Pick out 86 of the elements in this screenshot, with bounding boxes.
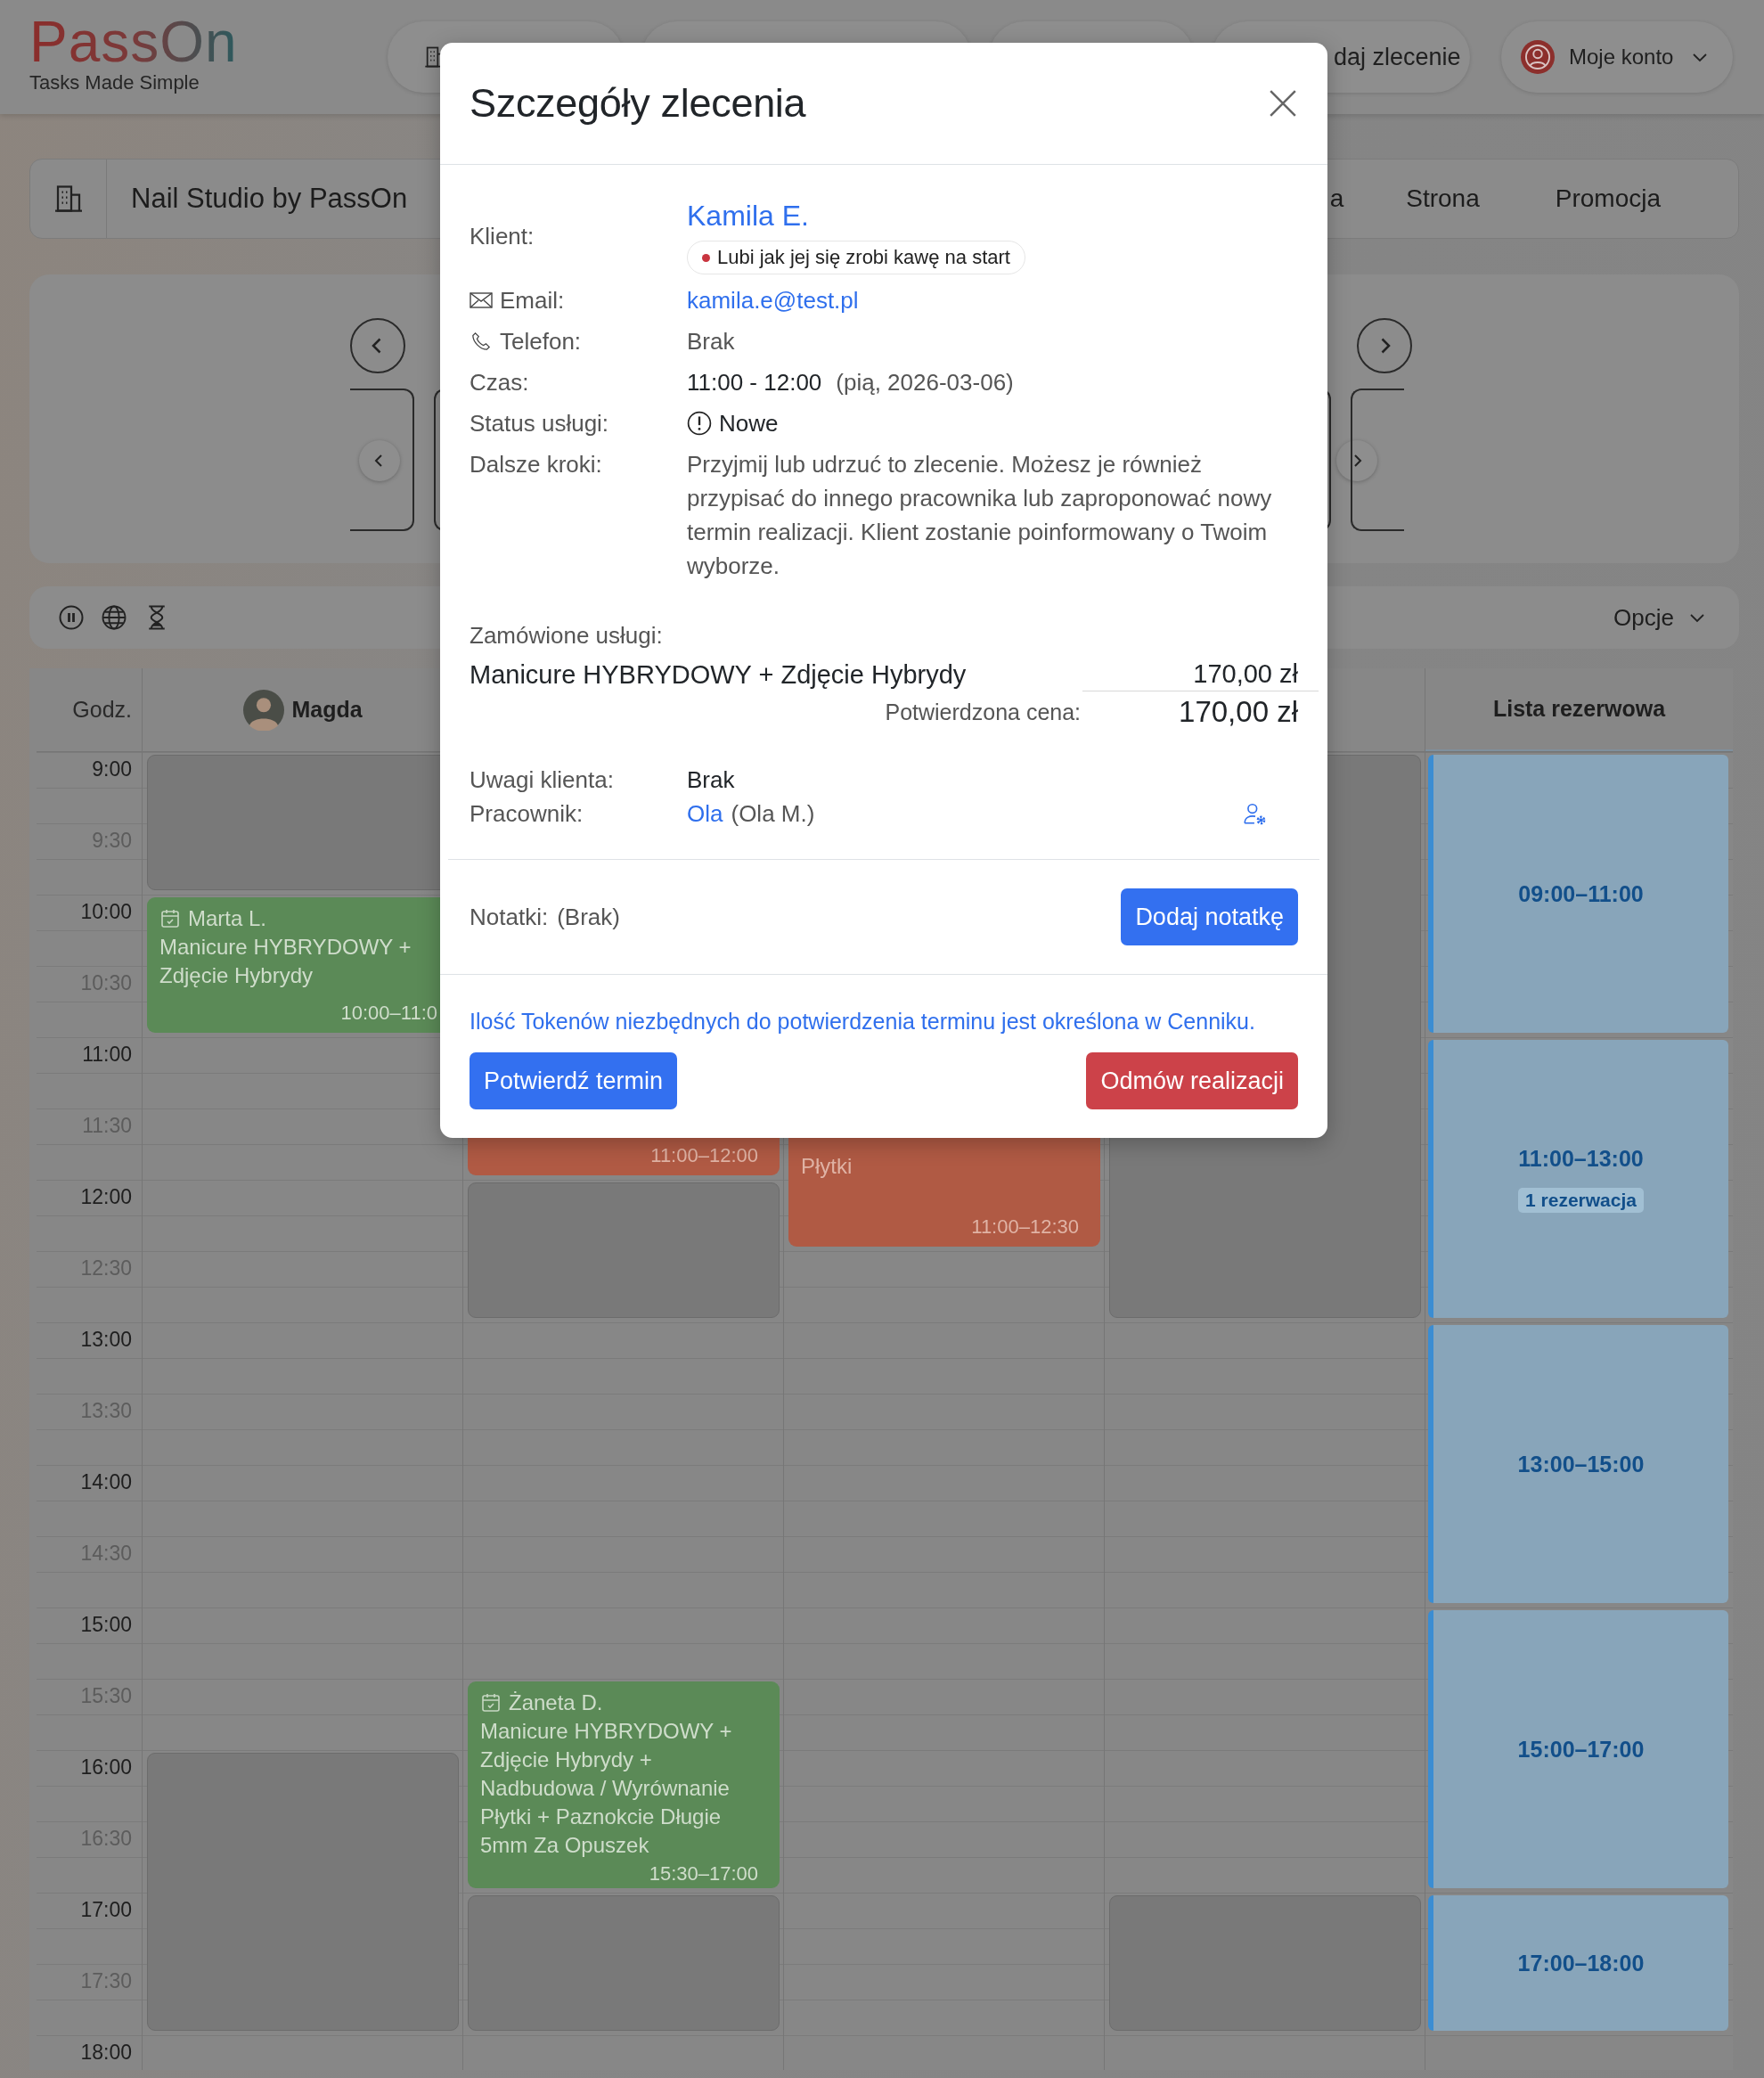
column-header: Lista rezerwowa — [1425, 668, 1733, 751]
globe-icon[interactable] — [101, 604, 127, 631]
confirm-button[interactable]: Potwierdź termin — [470, 1052, 678, 1109]
tagline: Tasks Made Simple — [29, 71, 200, 94]
time-range: 10:00–11:0 — [340, 1001, 438, 1026]
tag-text: Lubi jak jej się zrobi kawę na start — [717, 245, 1010, 270]
account-label: Moje konto — [1569, 45, 1674, 70]
waitlist-slot[interactable]: 13:00–15:00 — [1428, 1325, 1728, 1603]
nav-link[interactable]: Strona — [1375, 184, 1511, 213]
column-header: Godz. — [71, 696, 133, 724]
business-name: Nail Studio by PassOn — [131, 183, 408, 215]
calendar-check-icon — [480, 1692, 502, 1714]
date-text: (pią, 2026-03-06) — [836, 368, 1014, 397]
service-price: 170,00 zł — [1082, 657, 1319, 691]
time-range: 15:30–17:00 — [649, 1861, 759, 1886]
waitlist-slot[interactable]: 15:00–17:00 — [1428, 1610, 1728, 1888]
description-text: Przyjmij lub udrzuć to zlecenie. Możesz je również przypisać do innego pracownika lub zaproponować nowy termin realizacji. Klient zostanie poinformowany o Twoim wyborze. — [687, 450, 1273, 581]
field-label: Status usługi: — [470, 409, 609, 438]
reservation-badge: 1 rezerwacja — [1518, 1187, 1644, 1213]
waitlist-slot[interactable]: 11:00–13:00 1 rezerwacja — [1428, 1040, 1728, 1318]
mail-icon — [470, 290, 493, 310]
price-label: Potwierdzona cena: — [885, 699, 1082, 726]
status-text: Nowe — [719, 409, 779, 438]
time-label: 10:00 — [79, 899, 133, 925]
worker-name: (Ola M.) — [731, 799, 815, 829]
worker-link[interactable]: Ola — [687, 797, 723, 830]
options-dropdown[interactable]: Opcje — [1613, 603, 1708, 632]
account-menu[interactable]: Moje konto — [1501, 21, 1733, 93]
reject-button[interactable]: Odmów realizacji — [1086, 1052, 1298, 1109]
calendar-check-icon — [159, 908, 181, 929]
time-label: 13:00 — [79, 1327, 133, 1353]
client-link[interactable]: Kamila E. — [687, 198, 809, 233]
time-range: 11:00–12:30 — [971, 1215, 1080, 1239]
time-label: 15:00 — [79, 1612, 133, 1638]
field-label: Dalsze kroki: — [470, 450, 602, 479]
confirmed-price: 170,00 zł — [1179, 695, 1298, 729]
phone-icon — [470, 331, 493, 351]
field-value: Brak — [687, 765, 735, 795]
time-label: 12:00 — [79, 1184, 133, 1210]
time-range: 13:00–15:00 — [1517, 1451, 1645, 1477]
booking-card[interactable]: Żaneta D. Manicure HYBRYDOWY + Zdjęcie Hybrydy + Nadbudowa / Wyrównanie Płytki + Paznokcie Długie 5mm Za Opuszek 15:30–17:00 — [468, 1681, 780, 1888]
info-text: Ilość Tokenów niezbędnych do potwierdzenia terminu jest określona w Cenniku. — [470, 1008, 1256, 1035]
user-icon — [1521, 40, 1555, 74]
time-range: 15:00–17:00 — [1517, 1736, 1645, 1763]
field-label: Telefon: — [500, 327, 582, 356]
client-name: Żaneta D. — [509, 1689, 603, 1716]
field-label: Email: — [500, 286, 565, 315]
avatar — [243, 689, 285, 731]
time-label: 16:00 — [79, 1755, 133, 1780]
field-value: Brak — [687, 327, 735, 356]
field-label: Klient: — [470, 222, 535, 251]
waitlist-slot[interactable]: 09:00–11:00 — [1428, 755, 1728, 1033]
time-range: 11:00–13:00 — [1518, 1145, 1644, 1172]
close-icon[interactable] — [1268, 88, 1298, 119]
time-range: 11:00–12:00 — [650, 1143, 759, 1168]
dot-icon — [702, 253, 710, 262]
user-settings-icon[interactable] — [1243, 802, 1268, 827]
time-label: 17:00 — [79, 1897, 133, 1923]
section-label: Zamówione usługi: — [470, 621, 664, 650]
dialog-title: Szczegóły zlecenia — [470, 80, 806, 127]
service-text: Płytki — [801, 1153, 853, 1180]
field-label: Czas: — [470, 368, 529, 397]
exclamation-icon — [687, 411, 712, 436]
time-range: 17:00–18:00 — [1517, 1950, 1645, 1976]
field-value: 11:00 - 12:00 — [687, 368, 822, 397]
pause-icon[interactable] — [58, 604, 85, 631]
nav-link[interactable]: Promocja — [1523, 184, 1692, 213]
time-label: 18:00 — [79, 2040, 133, 2066]
client-name: Marta L. — [188, 905, 267, 932]
field-label: Pracownik: — [470, 799, 584, 829]
time-label: 11:00 — [81, 1042, 133, 1068]
time-label: 14:00 — [79, 1469, 133, 1495]
options-label: Opcje — [1613, 603, 1674, 632]
service-name: Manicure HYBRYDOWY + Zdjęcie Hybrydy — [470, 659, 967, 691]
time-label: 9:00 — [91, 757, 133, 782]
time-range: 09:00–11:00 — [1518, 880, 1644, 907]
waitlist-slot[interactable]: 17:00–18:00 — [1428, 1895, 1728, 2031]
field-label: Uwagi klienta: — [470, 765, 614, 795]
service-text: Manicure HYBRYDOWY + Zdjęcie Hybrydy — [159, 934, 412, 989]
email-link[interactable]: kamila.e@test.pl — [687, 283, 859, 317]
field-value: (Brak) — [557, 903, 620, 931]
nav-link[interactable]: a — [1329, 184, 1362, 213]
service-text: Manicure HYBRYDOWY + Zdjęcie Hybrydy + Nadbudowa / Wyrównanie Płytki + Paznokcie Długie 5mm Za Opuszek — [480, 1718, 733, 1859]
add-note-button[interactable]: Dodaj notatkę — [1121, 888, 1298, 945]
field-label: Notatki: — [470, 903, 549, 931]
staff-name: Magda — [291, 697, 363, 723]
